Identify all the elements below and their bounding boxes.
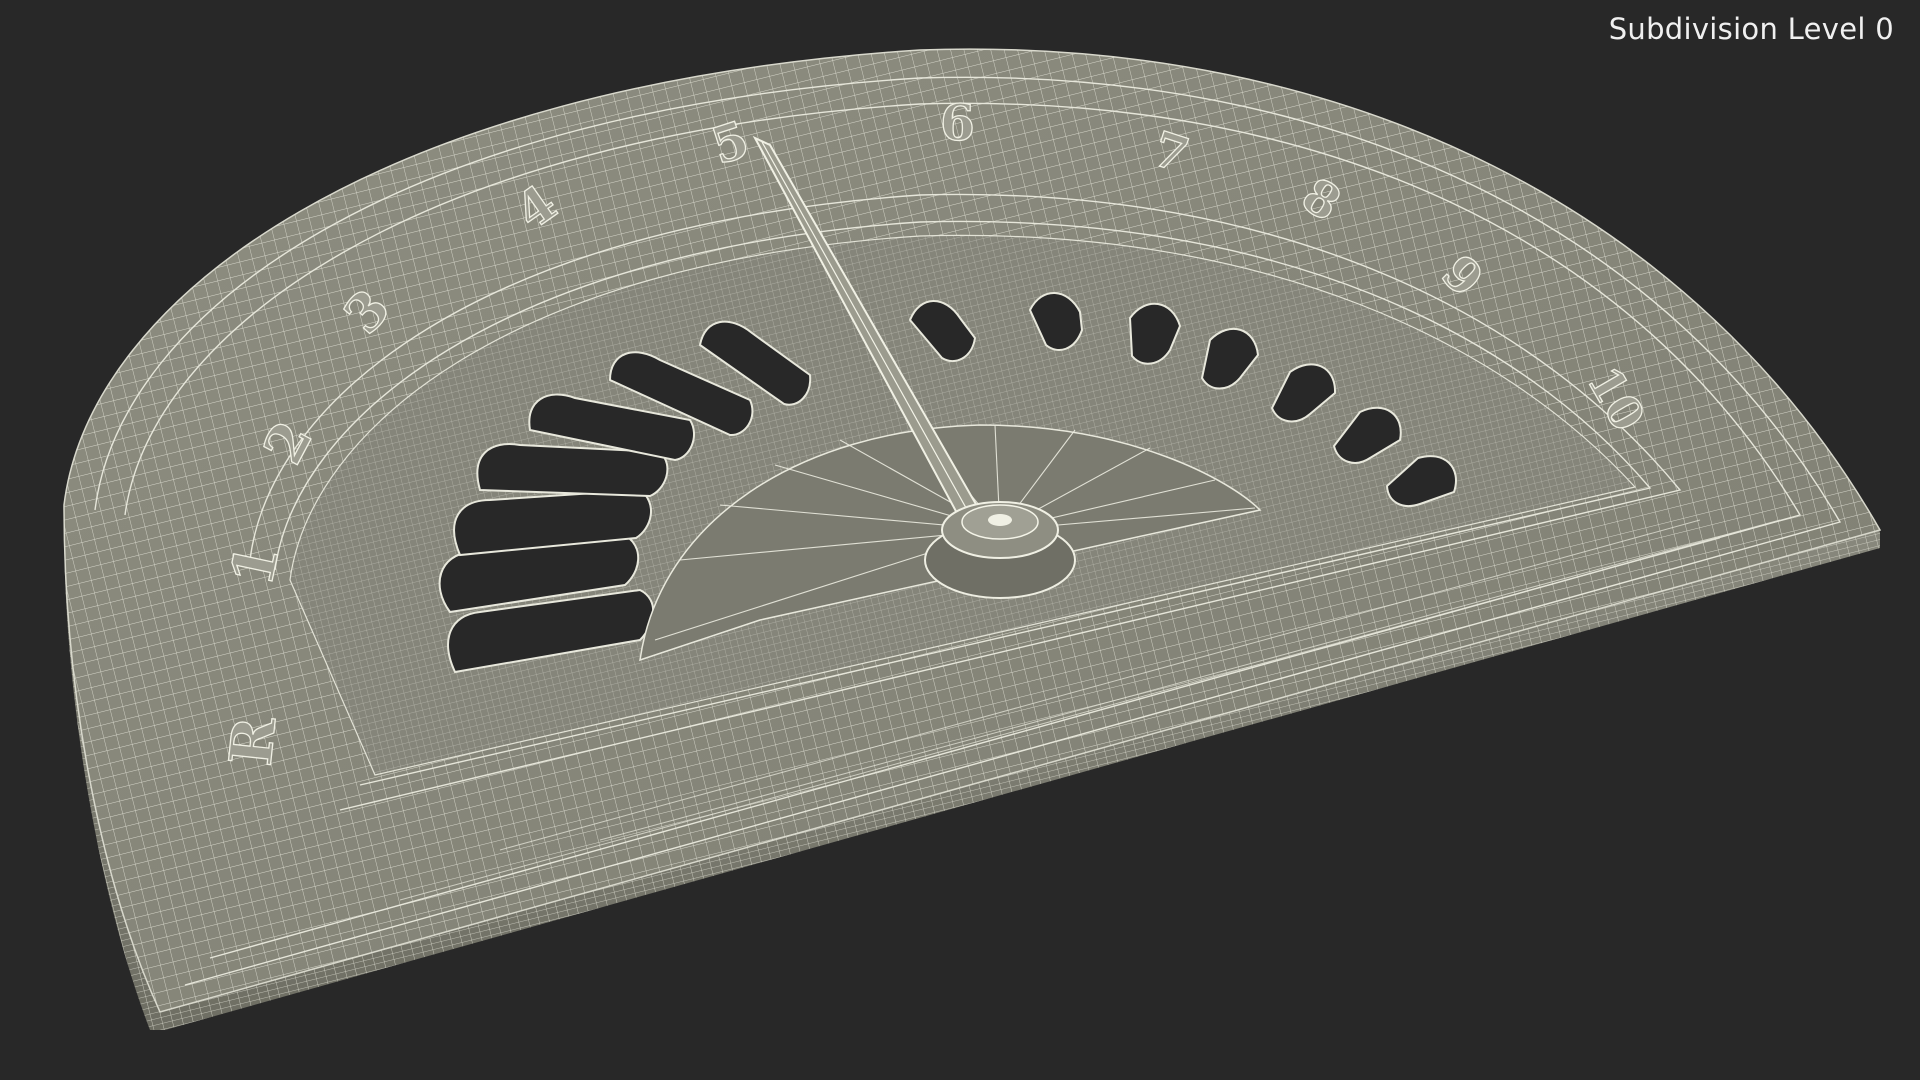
subdivision-level-label: Subdivision Level 0 (1608, 12, 1894, 46)
numeral-R: R (216, 713, 289, 769)
3d-viewport[interactable]: R 1 2 3 4 5 6 7 8 9 10 (0, 0, 1920, 1080)
viewport-stage: R 1 2 3 4 5 6 7 8 9 10 Subdivision Level… (0, 0, 1920, 1080)
numeral-6: 6 (940, 93, 975, 152)
